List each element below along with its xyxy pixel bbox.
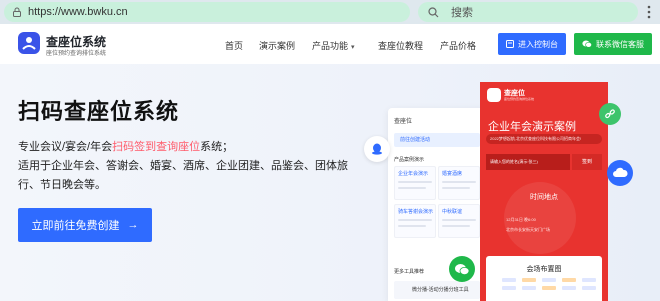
placeholder-line: [398, 181, 432, 183]
hero-desc-part1: 专业会议/宴会/年会: [18, 141, 113, 153]
admin-case-card: 婚宴酒席: [438, 166, 480, 200]
admin-cases-heading: 产品案例演示: [394, 157, 425, 163]
logo-icon[interactable]: [18, 32, 40, 54]
phone-brand-sub: 座位预约查询排位系统: [504, 97, 535, 101]
placeholder-line: [442, 187, 470, 189]
seat-block: [562, 286, 576, 290]
phone-sign-row: 请输入您的姓名(演示:张三) 签到: [486, 154, 602, 170]
placeholder-line: [442, 225, 470, 227]
seat-block: [502, 278, 516, 282]
seat-block: [522, 278, 536, 282]
placeholder-line: [398, 225, 426, 227]
seat-block: [562, 278, 576, 282]
wechat-icon: [455, 263, 470, 275]
wechat-service-button[interactable]: 联系微信客服: [574, 33, 652, 55]
admin-case-title: 中秋联谊: [442, 209, 463, 215]
nav-tutorial[interactable]: 查座位教程: [378, 39, 423, 52]
search-placeholder: 搜索: [451, 7, 473, 19]
seat-block: [542, 286, 556, 290]
chevron-down-icon: ▾: [351, 44, 355, 51]
hero-description: 专业会议/宴会/年会扫码签到查询座位系统； 适用于企业年会、答谢会、婚宴、酒席、…: [18, 138, 358, 195]
seat-block: [582, 278, 596, 282]
site-header: 查座位系统 座位预约查询排位系统 首页 演示案例 产品功能 ▾ 查座位教程 产品价…: [0, 24, 660, 64]
nav-home[interactable]: 首页: [225, 39, 243, 52]
search-icon: [428, 6, 439, 17]
enter-console-button[interactable]: 进入控制台: [498, 33, 566, 55]
placeholder-line: [398, 219, 432, 221]
phone-preview: 查座位 座位预约查询排位系统 企业年会演示案例 2022梦想起航,北京优查座位科…: [480, 82, 608, 301]
admin-case-card: 企业年会演示: [394, 166, 436, 200]
admin-case-title: 企业年会演示: [398, 171, 429, 177]
chat-bubble-icon[interactable]: [364, 136, 390, 162]
hero-desc-line2: 适用于企业年会、答谢会、婚宴、酒席、企业团建、品鉴会、团体旅行、节日晚会等。: [18, 160, 348, 191]
cloud-icon: [613, 167, 628, 177]
admin-panel-title: 查座位: [394, 119, 413, 125]
browser-search-field[interactable]: 搜索: [418, 2, 638, 22]
seat-block: [582, 286, 596, 290]
cloud-service-icon[interactable]: [607, 160, 633, 186]
admin-case-card: 骑车答谢会演示: [394, 204, 436, 238]
phone-name-input: 请输入您的姓名(演示:张三): [486, 154, 570, 170]
nav-demo-cases[interactable]: 演示案例: [259, 39, 295, 52]
phone-layout-title: 会场布置图: [526, 266, 562, 273]
placeholder-line: [398, 187, 426, 189]
seat-block: [522, 286, 536, 290]
phone-layout-card: 会场布置图: [486, 256, 602, 301]
admin-create-activity: 前往创建活动: [394, 133, 480, 147]
more-menu-icon[interactable]: [644, 5, 654, 19]
logo-subtitle: 座位预约查询排位系统: [46, 51, 107, 57]
nav-product-features[interactable]: 产品功能 ▾: [312, 39, 355, 52]
placeholder-line: [442, 181, 476, 183]
phone-date: 12月31日 晚6:00: [506, 217, 536, 222]
wechat-icon: [582, 40, 592, 48]
share-link-icon[interactable]: [599, 103, 621, 125]
create-free-label: 立即前往免费创建: [31, 220, 120, 232]
phone-hero-title: 企业年会演示案例: [488, 121, 576, 133]
wechat-service-label: 联系微信客服: [596, 39, 644, 49]
phone-time-place: 时间地点: [530, 194, 558, 201]
admin-case-title: 婚宴酒席: [442, 171, 463, 177]
hero-desc-part2: 系统；: [200, 141, 234, 153]
address-bar[interactable]: https://www.bwku.cn: [4, 2, 410, 22]
qq-icon: [372, 143, 382, 155]
nav-pricing[interactable]: 产品价格: [440, 39, 476, 52]
phone-address: 北京市长安街天安门广场: [506, 227, 550, 232]
hero-title: 扫码查座位系统: [18, 99, 180, 124]
wechat-float-icon[interactable]: [449, 256, 475, 282]
phone-event-pill: 2022梦想起航,北京优查座位科技有限公司招商年会!: [486, 134, 602, 144]
hero-desc-highlight: 扫码签到查询座位: [112, 141, 201, 153]
link-icon: [605, 109, 615, 119]
placeholder-line: [442, 219, 476, 221]
phone-logo-icon: [487, 88, 501, 102]
console-icon: [506, 40, 514, 48]
lock-icon: [13, 7, 21, 17]
admin-tools-heading: 更多工具推荐: [394, 269, 425, 275]
phone-sign-button: 签到: [572, 154, 602, 170]
url-text: https://www.bwku.cn: [28, 6, 128, 18]
browser-bar: https://www.bwku.cn 搜索: [0, 0, 660, 24]
nav-product-features-label: 产品功能: [312, 41, 349, 51]
logo-seat-icon: [22, 37, 36, 50]
admin-tool-item: 微分播-活动分播分班工具: [394, 281, 480, 299]
admin-case-title: 骑车答谢会演示: [398, 209, 434, 215]
create-free-button[interactable]: 立即前往免费创建 →: [18, 208, 152, 242]
seat-block: [542, 278, 556, 282]
admin-case-card: 中秋联谊: [438, 204, 480, 238]
arrow-right-icon: →: [127, 219, 139, 231]
seat-block: [502, 286, 516, 290]
enter-console-label: 进入控制台: [518, 39, 558, 49]
